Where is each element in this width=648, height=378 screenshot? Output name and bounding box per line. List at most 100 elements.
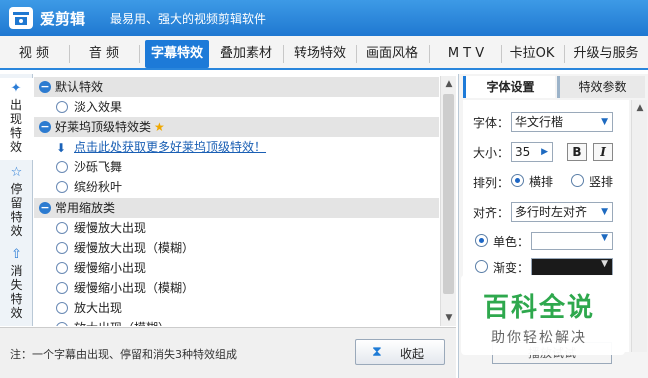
effects-scrollbar[interactable]: ▲ ▼ <box>440 76 456 326</box>
collapse-button[interactable]: ⧗ 收起 <box>355 339 445 365</box>
tab-subtitle-effects[interactable]: 字幕特效 <box>145 40 209 68</box>
item-label: 缤纷秋叶 <box>74 180 123 194</box>
watermark-subtitle: 助你轻松解决 <box>491 330 587 346</box>
gradient-color-picker[interactable]: ▼ <box>531 258 613 276</box>
group-zoom[interactable]: − 常用缩放类 <box>34 198 439 218</box>
tab-font-settings[interactable]: 字体设置 <box>463 76 555 98</box>
side-tab-stay-label: 停留特效 <box>10 182 23 238</box>
tab-overlay[interactable]: 叠加素材 <box>214 40 278 68</box>
effects-note: 注：一个字幕由出现、停留和消失3种特效组成 <box>10 348 237 361</box>
get-more-effects-link[interactable]: 点击此处获取更多好莱坞顶级特效！ <box>74 137 266 157</box>
watermark-title: 百科全说 <box>483 293 596 323</box>
group-label: 常用缩放类 <box>55 201 116 215</box>
radio-button[interactable] <box>56 282 68 294</box>
scroll-down-icon[interactable]: ▼ <box>441 310 457 326</box>
tab-video[interactable]: 视 频 <box>6 40 62 68</box>
list-item[interactable]: 缓慢缩小出现 <box>34 258 439 278</box>
scroll-thumb[interactable] <box>443 94 454 294</box>
gradient-radio[interactable] <box>475 260 488 273</box>
group-hollywood[interactable]: − 好莱坞顶级特效类 ★ <box>34 117 439 137</box>
side-tab-stay[interactable]: ☆ 停留特效 <box>0 162 33 240</box>
single-color-label: 单色： <box>493 235 530 249</box>
arrange-vertical-radio[interactable] <box>571 174 584 187</box>
item-label: 缓慢缩小出现 <box>74 261 147 275</box>
align-select-value: 多行时左对齐 <box>515 205 588 219</box>
size-input[interactable]: 35 ▶ <box>511 142 553 162</box>
app-name: 爱剪辑 <box>40 10 86 28</box>
arrange-label: 排列： <box>473 176 510 190</box>
group-label: 好莱坞顶级特效类 <box>55 120 152 134</box>
tab-karaoke[interactable]: 卡拉OK <box>504 40 560 68</box>
arrange-horizontal-radio[interactable] <box>511 174 524 187</box>
collapse-icon: ⧗ <box>372 344 382 360</box>
item-label: 放大出现 <box>74 301 123 315</box>
item-label: 淡入效果 <box>74 100 123 114</box>
item-label: 放大出现（模糊） <box>74 318 170 326</box>
scroll-up-icon[interactable]: ▲ <box>441 76 457 92</box>
item-label: 沙砾飞舞 <box>74 160 123 174</box>
tab-mtv[interactable]: M T V <box>434 40 498 68</box>
tab-separator <box>139 45 140 63</box>
group-label: 默认特效 <box>55 80 104 94</box>
radio-button[interactable] <box>56 181 68 193</box>
app-logo-icon <box>9 7 33 29</box>
radio-button[interactable] <box>56 242 68 254</box>
tab-upgrade-service[interactable]: 升级与服务 <box>568 40 644 68</box>
tab-separator <box>429 45 430 63</box>
font-select[interactable]: 华文行楷 ▼ <box>511 112 613 132</box>
tab-separator <box>501 45 502 63</box>
item-label: 缓慢放大出现 <box>74 221 147 235</box>
settings-scrollbar[interactable]: ▲ <box>631 100 647 352</box>
arrow-out-icon: ⇧ <box>11 247 22 262</box>
arrange-horizontal-label: 横排 <box>529 175 554 189</box>
radio-button[interactable] <box>56 262 68 274</box>
radio-button[interactable] <box>56 302 68 314</box>
radio-button[interactable] <box>56 161 68 173</box>
align-select[interactable]: 多行时左对齐 ▼ <box>511 202 613 222</box>
list-item[interactable]: 缓慢缩小出现（模糊） <box>34 278 439 298</box>
item-label: 缓慢缩小出现（模糊） <box>74 281 195 295</box>
get-more-effects-row[interactable]: ⬇ 点击此处获取更多好莱坞顶级特效！ <box>34 137 439 157</box>
tab-picture-style[interactable]: 画面风格 <box>360 40 424 68</box>
tab-audio[interactable]: 音 频 <box>76 40 132 68</box>
tab-separator <box>69 45 70 63</box>
collapse-group-icon[interactable]: − <box>39 121 51 133</box>
radio-button[interactable] <box>56 222 68 234</box>
tab-separator <box>283 45 284 63</box>
collapse-group-icon[interactable]: − <box>39 81 51 93</box>
radio-button[interactable] <box>56 101 68 113</box>
chevron-down-icon: ▼ <box>601 117 608 127</box>
collapse-label: 收起 <box>400 347 425 361</box>
effect-phase-tabs: ✦ 出现特效 ☆ 停留特效 ⇧ 消失特效 <box>0 74 33 326</box>
bold-button[interactable]: B <box>567 143 587 161</box>
list-item[interactable]: 沙砾飞舞 <box>34 157 439 177</box>
item-label: 缓慢放大出现（模糊） <box>74 241 195 255</box>
single-color-picker[interactable]: ▼ <box>531 232 613 250</box>
download-icon: ⬇ <box>56 141 67 155</box>
collapse-group-icon[interactable]: − <box>39 202 51 214</box>
group-default[interactable]: − 默认特效 <box>34 77 439 97</box>
list-item[interactable]: 淡入效果 <box>34 97 439 117</box>
arrange-vertical-label: 竖排 <box>589 175 614 189</box>
side-tab-appear[interactable]: ✦ 出现特效 <box>0 78 33 160</box>
list-item[interactable]: 缤纷秋叶 <box>34 177 439 197</box>
align-label: 对齐： <box>473 206 510 220</box>
list-item[interactable]: 缓慢放大出现 <box>34 218 439 238</box>
list-item[interactable]: 放大出现（模糊） <box>34 318 439 326</box>
italic-button[interactable]: I <box>593 143 613 161</box>
app-slogan: 最易用、强大的视频剪辑软件 <box>110 12 267 26</box>
list-item[interactable]: 缓慢放大出现（模糊） <box>34 238 439 258</box>
effects-list: − 默认特效 淡入效果 − 好莱坞顶级特效类 ★ ⬇ 点击此处获取更多好莱坞顶级… <box>34 76 439 326</box>
side-tab-disappear[interactable]: ⇧ 消失特效 <box>0 244 33 322</box>
chevron-down-icon: ▼ <box>601 259 608 269</box>
single-color-radio[interactable] <box>475 234 488 247</box>
main-tab-bar: 视 频 音 频 字幕特效 叠加素材 转场特效 画面风格 M T V 卡拉OK 升… <box>0 36 648 70</box>
scroll-up-icon[interactable]: ▲ <box>632 100 648 116</box>
title-bar: 爱剪辑 最易用、强大的视频剪辑软件 <box>0 0 648 36</box>
list-item[interactable]: 放大出现 <box>34 298 439 318</box>
tab-effect-params[interactable]: 特效参数 <box>557 76 645 98</box>
star-icon: ★ <box>154 120 165 134</box>
radio-button[interactable] <box>56 322 68 326</box>
tab-transitions[interactable]: 转场特效 <box>288 40 352 68</box>
watermark: 百科全说 助你轻松解决 <box>461 275 625 355</box>
